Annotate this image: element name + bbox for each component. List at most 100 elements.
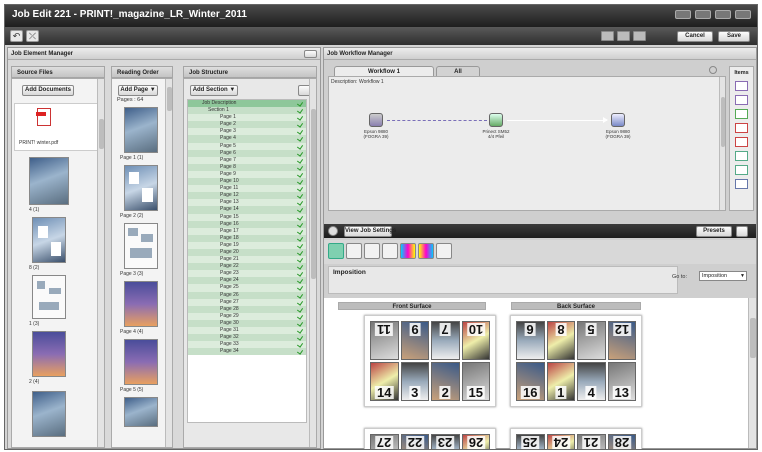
minimize-icon[interactable] (695, 10, 711, 19)
tree-page-item[interactable]: Page 7 (188, 156, 306, 164)
tree-page-item[interactable]: Page 29 (188, 312, 306, 320)
page-thumbnail[interactable] (124, 281, 158, 327)
tree-page-item[interactable]: Page 3 (188, 128, 306, 136)
proof-item-icon[interactable] (735, 95, 748, 105)
tree-page-item[interactable]: Page 8 (188, 163, 306, 171)
tree-page-item[interactable]: Page 12 (188, 192, 306, 200)
ftp-item-icon[interactable] (735, 179, 748, 189)
maximize-icon[interactable] (715, 10, 731, 19)
back-surface-sheet[interactable]: 6 8 5 12 16 1 4 13 (510, 315, 642, 407)
marks-tab-icon[interactable] (364, 243, 380, 259)
page-thumbnail[interactable] (124, 223, 158, 269)
tree-page-item[interactable]: Page 34 (188, 348, 306, 356)
source-thumbnail[interactable] (29, 157, 69, 205)
tree-page-item[interactable]: Page 23 (188, 270, 306, 278)
tree-section[interactable]: Section 1 (188, 107, 306, 115)
redo-icon[interactable]: ⤫ (26, 30, 39, 42)
folder-item-icon[interactable] (735, 151, 748, 161)
save-button[interactable]: Save (718, 31, 750, 42)
pdf-file-item[interactable]: PRINT! winter.pdf (14, 103, 98, 151)
source-thumbnail[interactable] (32, 275, 66, 319)
tree-page-item[interactable]: Page 17 (188, 227, 306, 235)
panel-options-icon[interactable] (304, 50, 317, 58)
tree-page-item[interactable]: Page 2 (188, 121, 306, 129)
imposition-tab-icon[interactable] (328, 243, 344, 259)
help-icon[interactable] (675, 10, 691, 19)
reading-order-scrollbar[interactable] (165, 79, 172, 447)
source-thumbnail[interactable] (32, 391, 66, 437)
separations-tab-icon[interactable] (418, 243, 434, 259)
print-tab-icon[interactable] (346, 243, 362, 259)
tree-page-item[interactable]: Page 22 (188, 263, 306, 271)
info-icon[interactable] (709, 66, 717, 74)
tree-page-item[interactable]: Page 14 (188, 206, 306, 214)
add-documents-button[interactable]: Add Documents (22, 85, 74, 96)
output-tab-icon[interactable] (382, 243, 398, 259)
press-icon[interactable] (489, 113, 503, 127)
preview-scrollbar[interactable] (748, 298, 756, 448)
settings-menu-icon[interactable] (736, 226, 748, 237)
view-layout-2-icon[interactable] (617, 31, 630, 41)
tree-page-item[interactable]: Page 11 (188, 185, 306, 193)
tree-page-item[interactable]: Page 4 (188, 135, 306, 143)
tree-page-item[interactable]: Page 1 (188, 114, 306, 122)
tree-page-item[interactable]: Page 21 (188, 256, 306, 264)
printer-icon[interactable] (369, 113, 383, 127)
page-thumbnail[interactable] (124, 397, 158, 427)
tree-page-item[interactable]: Page 15 (188, 213, 306, 221)
view-job-settings-button[interactable]: View Job Settings (344, 226, 396, 237)
tree-page-item[interactable]: Page 31 (188, 327, 306, 335)
collapse-icon[interactable] (328, 226, 338, 236)
presets-button[interactable]: Presets (696, 226, 732, 237)
canvas-scrollbar[interactable] (719, 77, 725, 210)
tree-page-item[interactable]: Page 13 (188, 199, 306, 207)
printer-item-icon[interactable] (735, 81, 748, 91)
export-item-icon[interactable] (735, 137, 748, 147)
front-surface-sheet[interactable]: 11 9 7 10 14 3 2 15 (364, 315, 496, 407)
tree-page-item[interactable]: Page 10 (188, 178, 306, 186)
tree-page-item[interactable]: Page 6 (188, 149, 306, 157)
tree-page-item[interactable]: Page 24 (188, 277, 306, 285)
checkmark-icon (296, 213, 304, 221)
tree-page-item[interactable]: Page 16 (188, 220, 306, 228)
proof-printer-icon[interactable] (611, 113, 625, 127)
source-files-scrollbar[interactable] (97, 79, 104, 447)
tree-page-item[interactable]: Page 5 (188, 142, 306, 150)
tree-page-item[interactable]: Page 28 (188, 305, 306, 313)
tree-page-item[interactable]: Page 30 (188, 319, 306, 327)
page-thumbnail[interactable] (124, 107, 158, 153)
pdf-item-icon[interactable] (735, 123, 748, 133)
undo-icon[interactable]: ↶ (10, 30, 23, 42)
goto-select[interactable]: Imposition ▼ (699, 271, 747, 281)
tree-page-item[interactable]: Page 18 (188, 234, 306, 242)
add-page-button[interactable]: Add Page ▼ (118, 85, 158, 96)
page-cell: 13 (607, 362, 636, 401)
page-thumbnail[interactable] (124, 339, 158, 385)
add-section-button[interactable]: Add Section ▼ (190, 85, 238, 96)
view-layout-1-icon[interactable] (601, 31, 614, 41)
tree-page-item[interactable]: Page 20 (188, 248, 306, 257)
tree-page-item[interactable]: Page 19 (188, 241, 306, 249)
page-thumbnail[interactable] (124, 165, 158, 211)
close-icon[interactable] (735, 10, 751, 19)
tree-page-item[interactable]: Page 32 (188, 334, 306, 342)
page-cell: 9 (400, 321, 429, 360)
tree-page-item[interactable]: Page 27 (188, 298, 306, 306)
source-thumbnail[interactable] (32, 331, 66, 377)
job-structure-scrollbar[interactable] (309, 79, 316, 447)
cancel-button[interactable]: Cancel (677, 31, 713, 42)
tree-page-item[interactable]: Page 25 (188, 284, 306, 292)
color-tab-icon[interactable] (400, 243, 416, 259)
view-layout-3-icon[interactable] (633, 31, 646, 41)
hotfolder-item-icon[interactable] (735, 165, 748, 175)
source-thumbnail[interactable] (32, 217, 66, 263)
tree-root[interactable]: Job Description (188, 100, 306, 108)
press-item-icon[interactable] (735, 109, 748, 119)
back-surface-sheet-2[interactable]: 25 24 21 28 (510, 428, 642, 449)
tree-page-item[interactable]: Page 9 (188, 170, 306, 179)
tree-page-item[interactable]: Page 33 (188, 341, 306, 349)
finishing-tab-icon[interactable] (436, 243, 452, 259)
front-surface-sheet-2[interactable]: 27 22 23 26 (364, 428, 496, 449)
tree-page-item[interactable]: Page 26 (188, 291, 306, 299)
imposition-preview: Front Surface Back Surface 11 9 7 10 14 … (324, 298, 756, 449)
